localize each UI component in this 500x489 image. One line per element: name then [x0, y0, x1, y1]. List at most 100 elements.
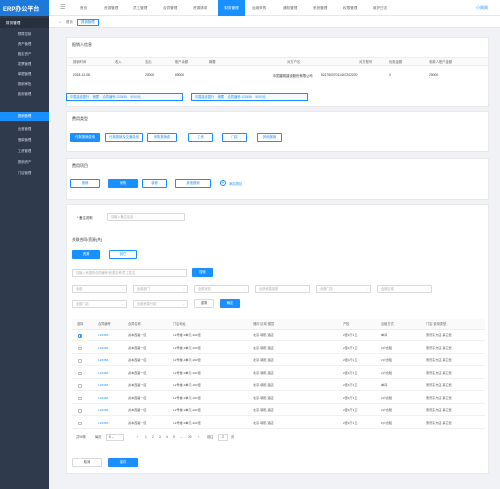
cell-code[interactable]: 123456 [98, 405, 108, 416]
filter-select[interactable]: 全部区域 ⌄ [377, 285, 432, 293]
expense-item-option[interactable]: 报销 [70, 179, 100, 188]
table-row[interactable]: 123456 资本西路一区 12号楼-2单元-202室 北京·朝阳·酒店 2室1厅1卫 2… [72, 355, 485, 366]
chevron-down-icon: ⌄ [304, 287, 307, 291]
expense-item-option-selected[interactable]: 采购 [108, 179, 138, 188]
filter-select[interactable]: 全部状态 ⌄ [194, 285, 249, 293]
expense-type-option[interactable]: 采购报销费 [147, 133, 177, 142]
remark-input[interactable]: 请输入备注信息 [107, 213, 185, 221]
row-checkbox[interactable] [78, 421, 82, 425]
cell-mode: 2户合租 [381, 420, 393, 425]
cancel-button[interactable]: 取消 [72, 458, 102, 467]
sidebar-item[interactable]: 借款管理 [0, 136, 49, 145]
table-row[interactable]: 123456 资本西路一区 12号楼-2单元-202室 北京·朝阳·酒店 2室1厅1卫 2… [72, 368, 485, 379]
nav-item-resource[interactable]: 资源管理 [104, 0, 118, 16]
breadcrumb-home[interactable]: 首页 [66, 19, 73, 26]
expense-type-option[interactable]: 其他报销 [257, 133, 282, 142]
row-radio-selected[interactable] [78, 333, 82, 338]
sidebar-item[interactable]: 发票管理 [0, 60, 49, 69]
pagination-page[interactable]: 20 [188, 434, 192, 441]
add-item-link[interactable]: 添加项目 [229, 181, 242, 186]
nav-item-system[interactable]: 系统管理 [313, 0, 327, 16]
sidebar-item[interactable]: 固定资产 [0, 50, 49, 59]
row-checkbox[interactable] [78, 384, 82, 388]
sidebar-item[interactable]: 预算控制 [0, 30, 49, 39]
expense-type-option[interactable]: 工资 [188, 133, 213, 142]
breadcrumb-tab[interactable]: 报销管理 [77, 19, 99, 26]
nav-item-permission[interactable]: 权限管理 [343, 0, 357, 16]
reset-button[interactable]: 重置 [194, 299, 214, 308]
pagination-next[interactable]: › [198, 434, 199, 441]
table-row[interactable]: 123456 资本西路一区 12号楼-2单元-202室 北京·朝阳·酒店 2室1厅1卫 2… [72, 418, 485, 429]
tab-other[interactable]: 其它 [109, 250, 137, 259]
account-tag[interactable]: 中国建设银行 储蓄 合同编号:123456 5000元 [66, 93, 183, 101]
nav-item-log[interactable]: 维护日志 [373, 0, 387, 16]
sidebar-item[interactable]: 单据管理 [0, 70, 49, 79]
pagination-size-select[interactable]: 8 ⌄ [106, 434, 124, 441]
row-checkbox[interactable] [78, 346, 82, 350]
expense-item-option[interactable]: 其他报销 [175, 179, 211, 188]
sidebar-item[interactable]: 门店管理 [0, 169, 49, 178]
pagination-page[interactable]: 1 [145, 434, 147, 441]
pagination-page[interactable]: 2 [152, 434, 154, 441]
table-row[interactable]: 123456 资本西路一区 12号楼-2单元-202室 北京·朝阳·酒店 2室1厅1卫 2… [72, 405, 485, 416]
nav-item-staff[interactable]: 员工管理 [133, 0, 147, 16]
row-checkbox[interactable] [78, 409, 82, 413]
sidebar-item-active[interactable]: 报销管理 [0, 112, 49, 121]
search-input[interactable]: 请输入资源的合同编号/资源名称/员工姓名 [72, 269, 187, 277]
table-row[interactable]: 123456 资本西路一区 12号楼-2单元-202室 北京·朝阳·酒店 2室1厅1卫 单… [72, 330, 485, 341]
cell-code[interactable]: 123456 [98, 355, 108, 366]
cell-code[interactable]: 123456 [98, 368, 108, 379]
table-row[interactable]: 123456 资本西路一区 12号楼-2单元-202室 北京·朝阳·酒店 2室1厅1卫 2… [72, 343, 485, 354]
sidebar-item[interactable]: 报销资产 [0, 158, 49, 167]
pagination-goto-input[interactable]: 2 [218, 434, 228, 441]
menu-toggle-icon[interactable]: ☰ [60, 4, 68, 12]
tab-resource[interactable]: 资源 [72, 250, 100, 259]
expense-type-option[interactable]: 门店 [222, 133, 247, 142]
filter-select[interactable]: 全部 ⌄ [72, 285, 127, 293]
cell-type: 惠普东方店·其它费 [426, 333, 452, 337]
save-button[interactable]: 保存 [108, 458, 138, 467]
table-row[interactable]: 123456 资本西路一区 12号楼-2单元-202室 北京·朝阳·酒店 2室1厅1卫 单… [72, 380, 485, 391]
filter-select[interactable]: 全部资源分类 ⌄ [133, 300, 188, 308]
user-name[interactable]: 小周周 [476, 0, 488, 16]
filter-select[interactable]: 全部部门 ⌄ [133, 285, 188, 293]
pagination-page[interactable]: 4 [166, 434, 168, 441]
cell-code[interactable]: 123456 [98, 343, 108, 354]
account-tag[interactable]: 中国建设银行 储蓄 合同编号:123456 5000元 [191, 93, 308, 101]
row-checkbox[interactable] [78, 396, 82, 400]
account-tag-bank: 中国建设银行 [70, 95, 90, 99]
pagination-page[interactable]: 3 [159, 434, 161, 441]
filter-select[interactable]: 全部门店 ⌄ [316, 285, 371, 293]
pagination-page[interactable]: 5 [173, 434, 175, 441]
confirm-button[interactable]: 确定 [220, 299, 240, 308]
sidebar-item[interactable]: 报销审批 [0, 80, 49, 89]
home-icon[interactable]: ⌂ [59, 19, 61, 26]
cell-code[interactable]: 123456 [98, 393, 108, 404]
table-row[interactable]: 123456 资本西路一区 12号楼-2单元-202室 北京·朝阳·酒店 2室1厅1卫 2… [72, 393, 485, 404]
nav-item-purchase[interactable]: 运维采购 [252, 0, 266, 16]
row-checkbox[interactable] [78, 371, 82, 375]
nav-item-finance[interactable]: 财务管理 [218, 0, 245, 16]
filter-select[interactable]: 全部资源类型 ⌄ [255, 285, 310, 293]
sidebar-item[interactable]: 出差管理 [0, 125, 49, 134]
filter-select[interactable]: 全部门店 ⌄ [72, 300, 127, 308]
cell-code[interactable]: 123456 [98, 330, 108, 341]
add-icon[interactable]: + [220, 180, 226, 186]
sidebar-item[interactable]: 资产管理 [0, 40, 49, 49]
cell-code[interactable]: 123456 [98, 418, 108, 429]
row-checkbox[interactable] [78, 359, 82, 363]
cell-code[interactable]: 123456 [98, 380, 108, 391]
expense-item-option[interactable]: 装修 [142, 179, 167, 188]
expense-type-option[interactable]: 代报报销及交通费用 [105, 133, 143, 142]
sidebar-item[interactable]: 工资管理 [0, 147, 49, 156]
nav-item-notice[interactable]: 通知管理 [283, 0, 297, 16]
expense-type-option-selected[interactable]: 代报报销费用 [70, 133, 100, 142]
nav-item-home[interactable]: 首页 [80, 0, 87, 16]
table-col: 合同名称 [128, 322, 141, 326]
nav-item-request[interactable]: 资源请求 [193, 0, 207, 16]
sidebar-item[interactable]: 费用管理 [0, 90, 49, 99]
pagination-prev[interactable]: ‹ [137, 434, 138, 441]
sidebar-head[interactable]: 财务管理 [0, 18, 49, 28]
search-button[interactable]: 搜索 [192, 268, 213, 277]
nav-item-contract[interactable]: 合同管理 [163, 0, 177, 16]
